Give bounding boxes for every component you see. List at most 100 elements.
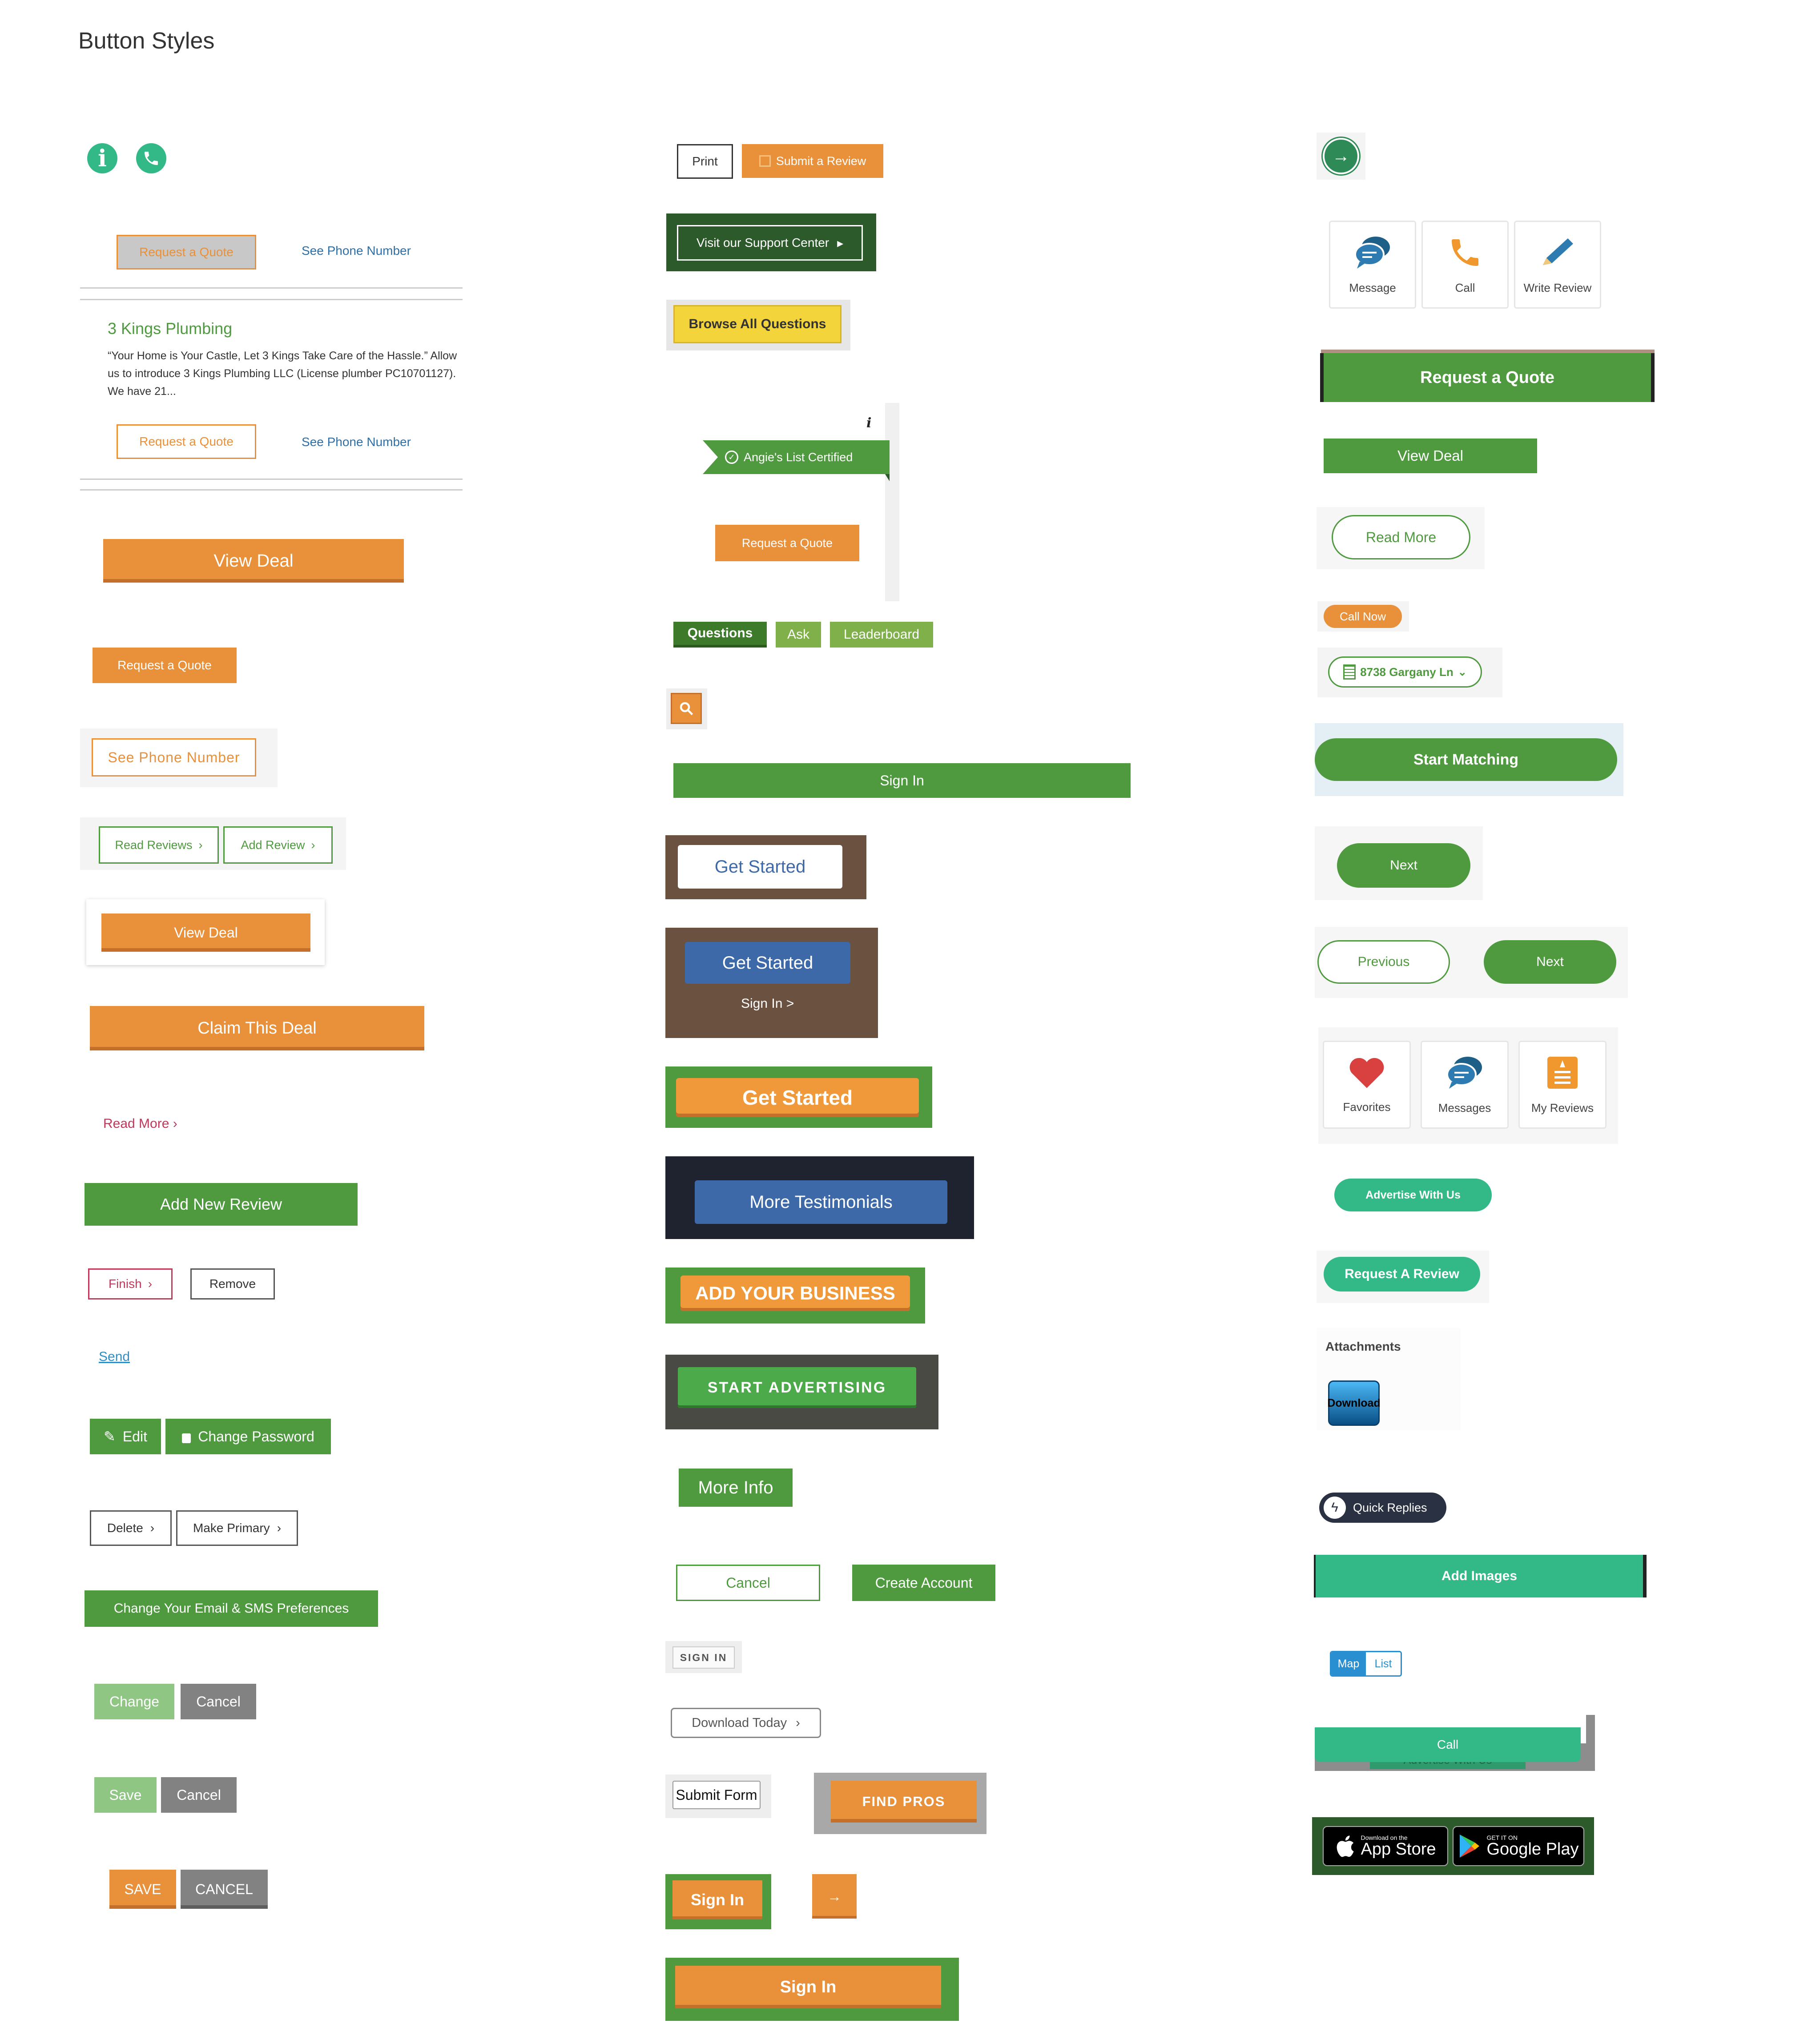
change-button[interactable]: Change — [94, 1684, 174, 1719]
find-pros-button[interactable]: FIND PROS — [831, 1781, 977, 1823]
sign-in-wide-button[interactable]: Sign In — [675, 1966, 941, 2008]
view-deal-button[interactable]: View Deal — [101, 913, 310, 952]
list-toggle[interactable]: List — [1366, 1652, 1401, 1675]
create-account-button[interactable]: Create Account — [852, 1565, 995, 1601]
arrow-button[interactable]: → — [812, 1874, 857, 1919]
request-quote-button[interactable]: Request a Quote — [715, 525, 859, 561]
download-button[interactable]: Download — [1327, 1380, 1381, 1426]
save-button[interactable]: Save — [94, 1777, 157, 1813]
tab-ask[interactable]: Ask — [776, 622, 821, 648]
arrow-circle-button[interactable]: → — [1323, 138, 1359, 174]
previous-button[interactable]: Previous — [1317, 940, 1450, 984]
call-now-button[interactable]: Call Now — [1324, 605, 1402, 628]
read-reviews-button[interactable]: Read Reviews › — [99, 826, 219, 864]
heart-icon — [1349, 1058, 1384, 1088]
print-button[interactable]: Print — [677, 144, 733, 179]
info-icon[interactable]: i — [87, 143, 117, 173]
next-button[interactable]: Next — [1337, 843, 1470, 888]
tab-leaderboard[interactable]: Leaderboard — [830, 622, 933, 648]
send-link[interactable]: Send — [99, 1349, 130, 1364]
call-button[interactable]: Call — [1315, 1727, 1581, 1762]
certified-card-inner — [666, 403, 885, 601]
start-matching-button[interactable]: Start Matching — [1315, 738, 1617, 781]
search-icon — [680, 702, 693, 716]
sign-in-link[interactable]: Sign In > — [741, 996, 794, 1011]
search-button[interactable] — [671, 693, 702, 724]
request-quote-button[interactable]: Request a Quote — [93, 648, 237, 683]
make-primary-button[interactable]: Make Primary › — [176, 1510, 298, 1546]
delete-button[interactable]: Delete › — [90, 1510, 172, 1546]
cancel-button[interactable]: Cancel — [676, 1565, 820, 1601]
request-quote-banner-button[interactable]: Request a Quote — [1320, 353, 1655, 402]
address-dropdown[interactable]: 8738 Gargany Ln ⌄ — [1328, 656, 1482, 688]
change-password-button[interactable]: Change Password — [165, 1419, 331, 1454]
finish-button[interactable]: Finish › — [88, 1268, 173, 1300]
quick-replies-button[interactable]: ϟ Quick Replies — [1319, 1493, 1446, 1523]
see-phone-link[interactable]: See Phone Number — [302, 435, 411, 449]
see-phone-link[interactable]: See Phone Number — [302, 244, 411, 258]
lightning-icon: ϟ — [1324, 1497, 1346, 1519]
phone-icon[interactable] — [136, 143, 166, 173]
cancel-button[interactable]: Cancel — [181, 1684, 256, 1719]
read-more-button[interactable]: Read More — [1332, 515, 1470, 559]
browse-questions-button[interactable]: Browse All Questions — [673, 305, 842, 343]
get-started-orange-button[interactable]: Get Started — [676, 1078, 919, 1117]
request-quote-disabled-button[interactable]: Request a Quote — [117, 235, 256, 270]
more-info-button[interactable]: More Info — [679, 1469, 793, 1507]
action-message[interactable]: Message — [1329, 221, 1416, 309]
app-store-text: Download on the App Store — [1361, 1834, 1436, 1859]
advertise-button[interactable]: Advertise With Us — [1334, 1179, 1492, 1211]
get-started-blue-button[interactable]: Get Started — [685, 942, 850, 984]
sign-in-button[interactable]: Sign In — [673, 763, 1131, 798]
sign-in-caps-button[interactable]: SIGN IN — [672, 1646, 735, 1669]
nav-favorites[interactable]: Favorites — [1323, 1041, 1411, 1129]
remove-button[interactable]: Remove — [190, 1268, 275, 1300]
chevron-right-icon: › — [311, 838, 315, 852]
edit-icon — [759, 155, 771, 167]
add-review-button[interactable]: Add Review › — [223, 826, 333, 864]
building-icon — [1343, 664, 1356, 680]
cancel-button[interactable]: Cancel — [161, 1777, 237, 1813]
divider — [80, 489, 463, 491]
submit-form-button[interactable]: Submit Form — [672, 1781, 761, 1809]
cancel-caps-button[interactable]: CANCEL — [181, 1870, 268, 1909]
view-deal-button[interactable]: View Deal — [1324, 439, 1537, 473]
nav-messages[interactable]: Messages — [1421, 1041, 1509, 1129]
action-call[interactable]: Call — [1421, 221, 1509, 309]
request-review-button[interactable]: Request A Review — [1324, 1257, 1480, 1292]
google-play-text: GET IT ON Google Play — [1486, 1834, 1579, 1859]
chevron-down-icon: ⌄ — [1458, 666, 1467, 678]
see-phone-button[interactable]: See Phone Number — [92, 738, 256, 777]
change-email-sms-button[interactable]: Change Your Email & SMS Preferences — [85, 1590, 378, 1627]
apple-icon — [1337, 1835, 1354, 1857]
save-caps-button[interactable]: SAVE — [109, 1870, 176, 1909]
google-play-button[interactable]: GET IT ON Google Play — [1453, 1826, 1584, 1866]
tab-questions[interactable]: Questions — [673, 622, 767, 648]
sign-in-orange-button[interactable]: Sign In — [672, 1880, 762, 1919]
info-icon[interactable]: i — [866, 415, 871, 431]
add-images-button[interactable]: Add Images — [1314, 1555, 1647, 1597]
submit-review-button[interactable]: Submit a Review — [742, 144, 883, 178]
read-more-link[interactable]: Read More › — [103, 1116, 177, 1131]
caret-right-icon: ▸ — [837, 236, 844, 250]
support-center-button[interactable]: Visit our Support Center ▸ — [677, 225, 863, 261]
add-business-button[interactable]: ADD YOUR BUSINESS — [680, 1275, 910, 1311]
download-today-button[interactable]: Download Today › — [671, 1708, 821, 1738]
messages-icon — [1446, 1056, 1482, 1089]
action-write-review[interactable]: Write Review — [1514, 221, 1601, 309]
more-testimonials-button[interactable]: More Testimonials — [695, 1180, 947, 1224]
divider — [80, 287, 463, 289]
add-new-review-button[interactable]: Add New Review — [85, 1183, 358, 1226]
start-advertising-button[interactable]: START ADVERTISING — [678, 1367, 916, 1408]
listing-name[interactable]: 3 Kings Plumbing — [108, 319, 232, 338]
app-store-button[interactable]: Download on the App Store — [1323, 1826, 1448, 1866]
get-started-white-button[interactable]: Get Started — [678, 845, 842, 889]
map-toggle[interactable]: Map — [1331, 1652, 1366, 1675]
view-deal-button[interactable]: View Deal — [103, 539, 404, 583]
request-quote-button[interactable]: Request a Quote — [117, 424, 256, 459]
edit-button[interactable]: ✎ Edit — [90, 1419, 161, 1454]
claim-deal-button[interactable]: Claim This Deal — [90, 1006, 424, 1050]
page-title: Button Styles — [78, 28, 215, 54]
nav-my-reviews[interactable]: My Reviews — [1518, 1041, 1607, 1129]
next-button[interactable]: Next — [1484, 940, 1616, 984]
